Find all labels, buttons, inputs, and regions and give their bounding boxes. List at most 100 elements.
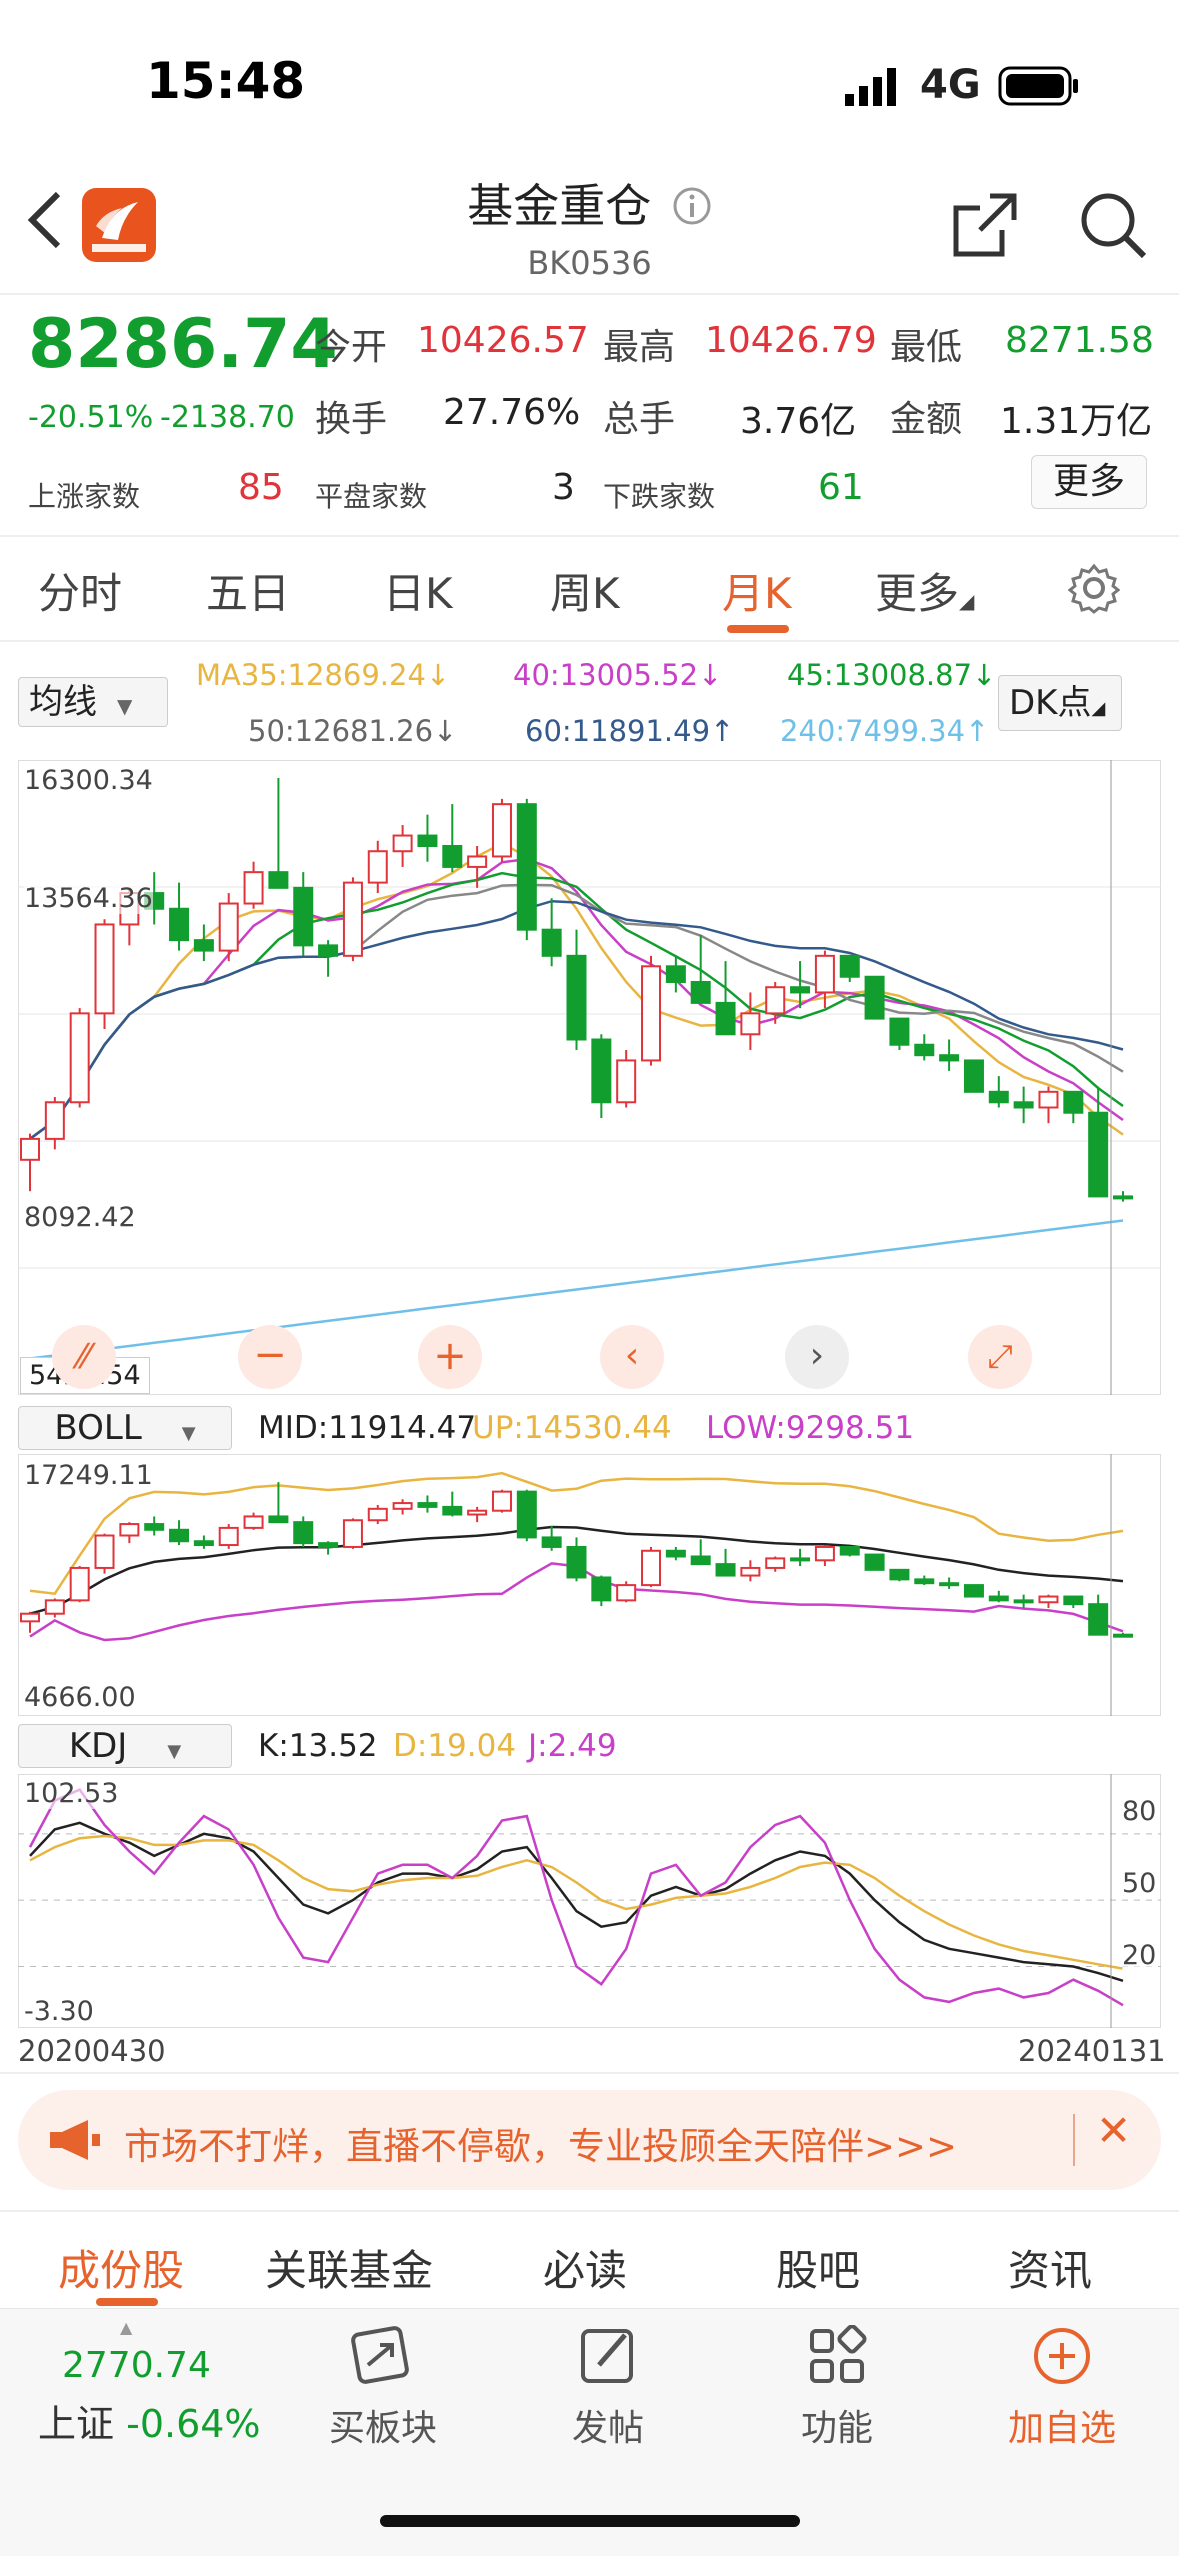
tab-news[interactable]: 资讯 xyxy=(1008,2237,1092,2298)
boll-candle-body xyxy=(342,1519,363,1548)
boll-candle-body xyxy=(988,1595,1009,1602)
boll-candle-body xyxy=(790,1557,811,1562)
banner-close-button[interactable]: ✕ xyxy=(1096,2106,1131,2155)
volume-value: 3.76亿 xyxy=(740,401,857,442)
boll-candle-body xyxy=(914,1578,935,1585)
tab-weekly[interactable]: 周K xyxy=(550,560,620,621)
candle-body xyxy=(293,886,314,947)
live-banner[interactable]: 市场不打烊，直播不停歇，专业投顾全天陪伴>>> ✕ xyxy=(18,2090,1161,2190)
boll-candle-body xyxy=(566,1545,587,1579)
kdj-axis-bottom: -3.30 xyxy=(24,1996,94,2027)
boll-chart[interactable] xyxy=(18,1454,1161,1716)
kdj-selector-label: KDJ xyxy=(68,1726,128,1766)
boll-candle-body xyxy=(119,1523,140,1537)
tab-constituents[interactable]: 成份股 xyxy=(58,2237,184,2298)
candle-body xyxy=(889,1017,910,1046)
boll-candle-body xyxy=(1013,1599,1034,1604)
status-bar: 15:48 4G xyxy=(0,0,1179,165)
candle-body xyxy=(690,980,711,1004)
kdj-j: J:2.49 xyxy=(528,1728,617,1764)
boll-selector[interactable]: BOLL ▼ xyxy=(18,1406,232,1450)
candle-body xyxy=(616,1059,637,1104)
boll-mid: MID:11914.47 xyxy=(258,1410,477,1446)
candle-body xyxy=(491,803,512,858)
add-watchlist-button[interactable]: 加自选 xyxy=(992,2325,1132,2451)
kline-chart[interactable] xyxy=(18,760,1161,1395)
tab-more[interactable]: 更多◢ xyxy=(875,560,974,621)
tab-daily[interactable]: 日K xyxy=(383,560,453,621)
post-button[interactable]: 发帖 xyxy=(538,2325,678,2451)
functions-button[interactable]: 功能 xyxy=(767,2324,907,2451)
candle-body xyxy=(914,1043,935,1057)
boll-candle-body xyxy=(690,1555,711,1566)
ma40-value: 40:13005.52↓ xyxy=(513,658,723,692)
index-ticker[interactable]: 上证 -0.64% xyxy=(38,2393,261,2448)
scroll-left-icon[interactable]: ‹ xyxy=(600,1325,664,1389)
candle-body xyxy=(665,965,686,983)
close-icon: ✕ xyxy=(1096,2106,1132,2155)
buy-sector-button[interactable]: 买板块 xyxy=(313,2325,453,2451)
tab-5day[interactable]: 五日 xyxy=(206,560,290,621)
boll-candle-body xyxy=(740,1566,761,1577)
candle-body xyxy=(342,881,363,957)
candle-body xyxy=(740,1012,761,1036)
kdj-selector[interactable]: KDJ ▼ xyxy=(18,1724,232,1768)
tab-forum[interactable]: 股吧 xyxy=(776,2237,860,2298)
flat-count-label: 平盘家数 xyxy=(315,480,428,513)
network-label: 4G xyxy=(920,62,981,108)
dropdown-arrow-icon: ▼ xyxy=(117,694,133,718)
boll-candle-body xyxy=(765,1557,786,1569)
open-label: 今开 xyxy=(315,327,388,368)
boll-low: LOW:9298.51 xyxy=(706,1410,915,1446)
tab-related-funds[interactable]: 关联基金 xyxy=(265,2237,433,2298)
high-value: 10426.79 xyxy=(705,320,877,361)
candle-body xyxy=(715,1001,736,1036)
change-abs: -2138.70 xyxy=(160,400,295,435)
add-watchlist-label: 加自选 xyxy=(1007,2408,1116,2449)
divider xyxy=(0,293,1179,295)
fullscreen-icon[interactable]: ⤢ xyxy=(968,1325,1032,1389)
zoom-out-icon[interactable]: − xyxy=(238,1325,302,1389)
boll-candle-body xyxy=(641,1549,662,1587)
date-end: 20240131 xyxy=(1018,2034,1166,2068)
boll-candle-body xyxy=(268,1515,289,1524)
triangle-down-icon: ◢ xyxy=(1091,698,1106,719)
boll-candle-body xyxy=(20,1612,40,1623)
kdj-chart[interactable] xyxy=(18,1774,1161,2028)
boll-axis-top: 17249.11 xyxy=(24,1460,153,1491)
scroll-right-icon[interactable]: › xyxy=(785,1325,849,1389)
tab-intraday[interactable]: 分时 xyxy=(38,560,122,621)
candle-body xyxy=(988,1090,1009,1104)
zoom-in-icon[interactable]: + xyxy=(418,1325,482,1389)
ma-selector-label: 均线 xyxy=(29,682,97,722)
draw-line-icon[interactable]: ⁄⁄ xyxy=(52,1325,116,1389)
volume-label: 总手 xyxy=(603,399,676,440)
tab-must-read[interactable]: 必读 xyxy=(543,2237,627,2298)
candle-body xyxy=(417,834,438,848)
candle-body xyxy=(243,871,264,905)
candle-body xyxy=(1013,1101,1034,1109)
down-count: 61 xyxy=(818,467,864,508)
settings-gear-icon[interactable] xyxy=(1068,562,1120,614)
boll-candle-body xyxy=(144,1523,165,1531)
info-icon[interactable] xyxy=(672,186,712,226)
candle-body xyxy=(318,944,339,957)
boll-candle-body xyxy=(889,1568,910,1581)
index-name: 上证 xyxy=(38,2402,115,2446)
page-title-text: 基金重仓 xyxy=(467,179,652,233)
search-icon[interactable] xyxy=(1078,190,1148,260)
tab-monthly[interactable]: 月K xyxy=(722,560,792,621)
candle-body xyxy=(69,1012,90,1104)
signal-icon xyxy=(845,68,896,106)
boll-candle-body xyxy=(541,1536,562,1548)
more-quote-button[interactable]: 更多 xyxy=(1031,455,1147,509)
boll-candle-body xyxy=(417,1502,438,1508)
buy-sector-icon xyxy=(351,2326,409,2384)
active-bottom-tab-indicator xyxy=(96,2298,158,2306)
candle-body xyxy=(1063,1090,1084,1114)
share-icon[interactable] xyxy=(950,190,1020,260)
ma240-line xyxy=(29,1219,1124,1360)
boll-candle-body xyxy=(939,1582,960,1587)
dk-point-selector[interactable]: DK点◢ xyxy=(998,675,1122,731)
ma-selector[interactable]: 均线 ▼ xyxy=(18,677,168,727)
